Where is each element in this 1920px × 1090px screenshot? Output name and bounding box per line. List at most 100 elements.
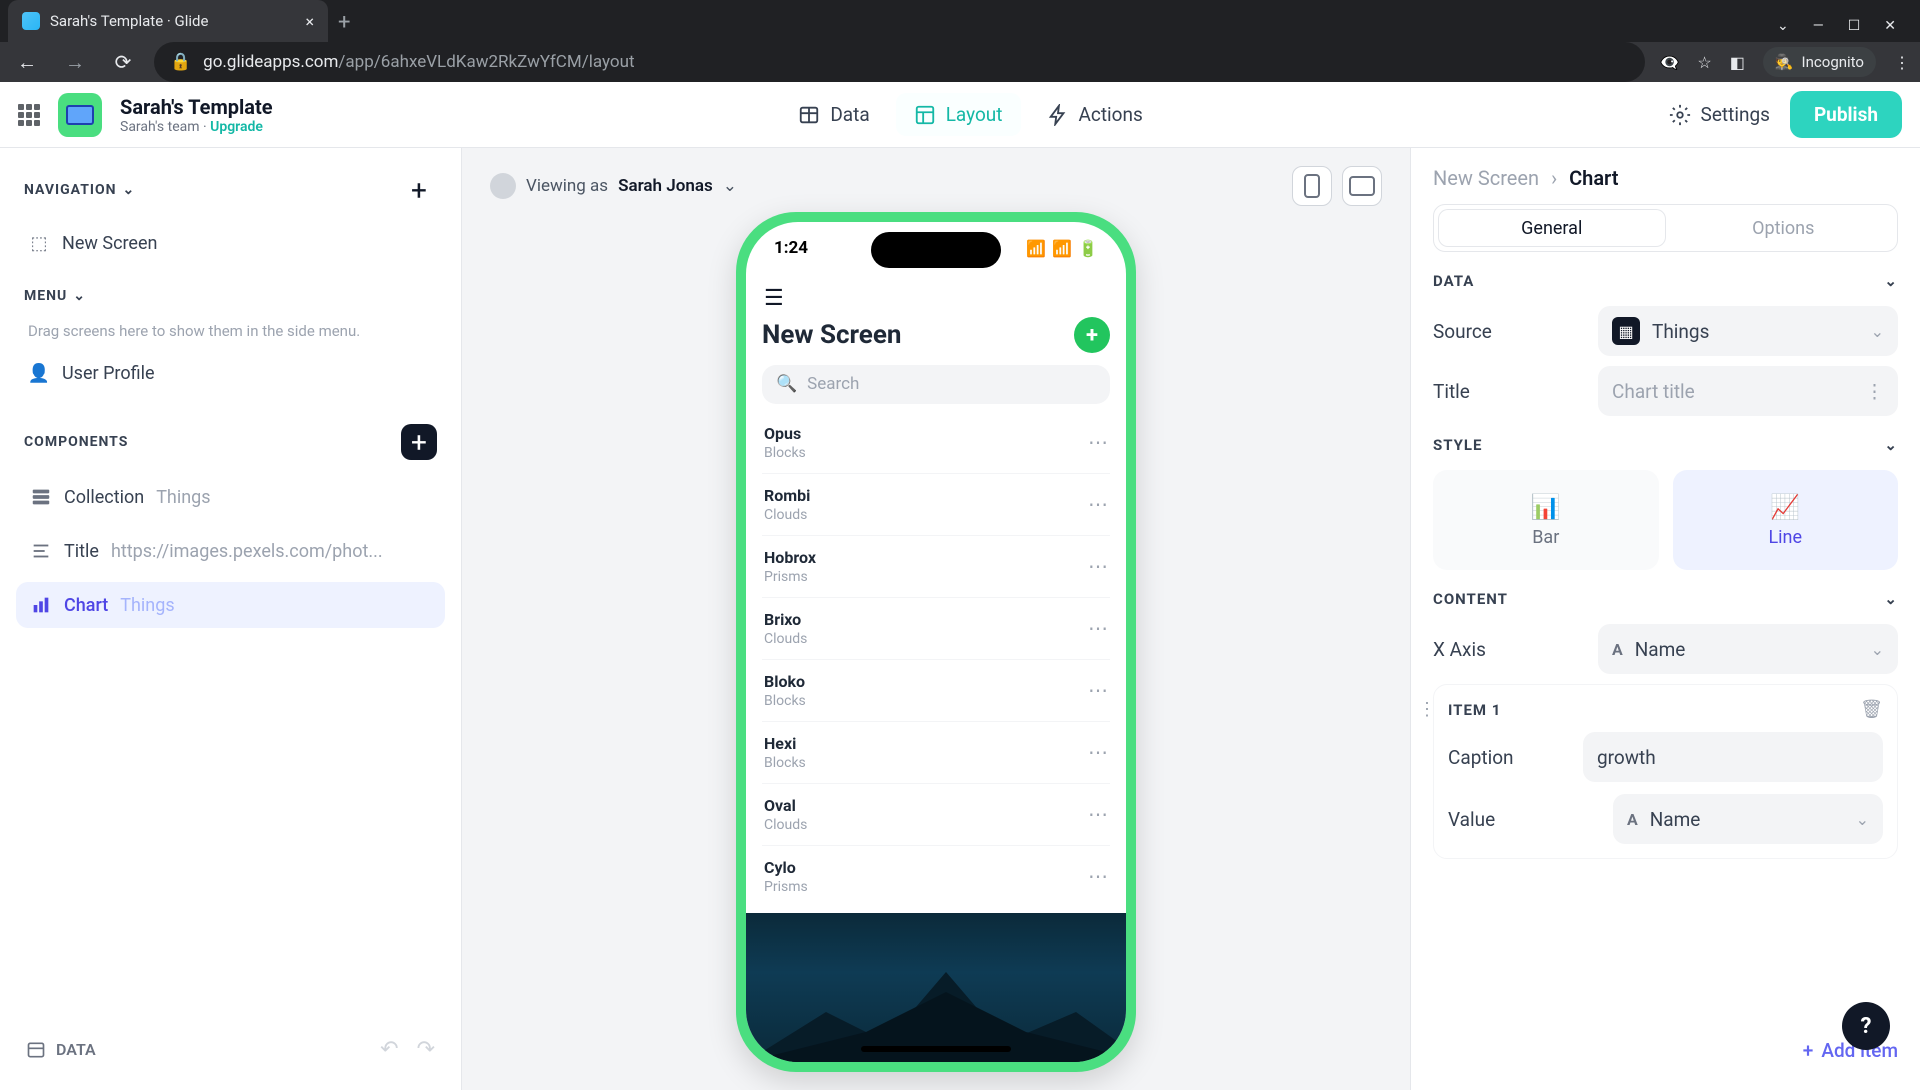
help-button[interactable]: ? xyxy=(1842,1002,1890,1050)
star-icon[interactable]: ☆ xyxy=(1697,53,1711,72)
drag-handle-icon[interactable]: ⋮ xyxy=(1418,699,1436,720)
data-nav-button[interactable]: DATA xyxy=(26,1040,96,1060)
add-component-button[interactable]: + xyxy=(401,424,437,460)
maximize-icon[interactable]: ☐ xyxy=(1848,18,1861,34)
minimize-icon[interactable]: — xyxy=(1813,18,1824,34)
style-bar-option[interactable]: 📊 Bar xyxy=(1433,470,1659,570)
forward-button[interactable]: → xyxy=(58,45,92,79)
value-select[interactable]: A Name ⌄ xyxy=(1613,794,1883,844)
nav-item-new-screen[interactable]: ⬚ New Screen xyxy=(16,222,445,264)
settings-button[interactable]: Settings xyxy=(1669,103,1770,126)
content-section-header[interactable]: CONTENT⌄ xyxy=(1433,584,1898,614)
chevron-right-icon: › xyxy=(1551,166,1557,190)
publish-button[interactable]: Publish xyxy=(1790,91,1902,138)
line-chart-icon: 📈 xyxy=(1770,493,1800,521)
more-icon[interactable]: ⋯ xyxy=(1088,492,1108,516)
redo-button[interactable]: ↷ xyxy=(417,1037,435,1062)
screen-icon: ⬚ xyxy=(28,232,50,254)
xaxis-select[interactable]: A Name ⌄ xyxy=(1598,624,1898,674)
list-item[interactable]: RombiClouds⋯ xyxy=(762,474,1110,536)
tab-data[interactable]: Data xyxy=(780,93,887,136)
device-phone-button[interactable] xyxy=(1292,166,1332,206)
reload-button[interactable]: ⟳ xyxy=(106,45,140,79)
close-window-icon[interactable]: ✕ xyxy=(1884,18,1896,34)
text-type-icon: A xyxy=(1627,810,1638,829)
device-tablet-button[interactable] xyxy=(1342,166,1382,206)
component-collection[interactable]: Collection Things xyxy=(16,474,445,520)
chevron-down-icon: ⌄ xyxy=(1884,436,1898,454)
tab-actions[interactable]: Actions xyxy=(1029,93,1161,136)
address-bar[interactable]: 🔒 go.glideapps.com/app/6ahxeVLdKaw2RkZwY… xyxy=(154,42,1645,82)
close-icon[interactable]: × xyxy=(305,12,314,31)
delete-item-button[interactable]: 🗑 xyxy=(1860,699,1883,720)
list-item-title: Cylo xyxy=(764,858,808,877)
apps-grid-icon[interactable] xyxy=(18,104,40,126)
breadcrumb-current: Chart xyxy=(1569,166,1618,190)
nav-item-user-profile[interactable]: 👤 User Profile xyxy=(16,352,445,394)
breadcrumb-parent[interactable]: New Screen xyxy=(1433,166,1539,190)
list-item[interactable]: HexiBlocks⋯ xyxy=(762,722,1110,784)
url-text: go.glideapps.com/app/6ahxeVLdKaw2RkZwYfC… xyxy=(203,52,1629,72)
list-item[interactable]: OpusBlocks⋯ xyxy=(762,412,1110,474)
style-section-header[interactable]: STYLE⌄ xyxy=(1433,430,1898,460)
more-icon[interactable]: ⋯ xyxy=(1088,678,1108,702)
component-chart[interactable]: Chart Things xyxy=(16,582,445,628)
add-item-button[interactable]: + Add item xyxy=(1433,1029,1898,1072)
kebab-icon[interactable]: ⋮ xyxy=(1894,53,1910,72)
notch xyxy=(871,232,1001,268)
tab-title: Sarah's Template · Glide xyxy=(50,12,295,30)
more-icon[interactable]: ⋯ xyxy=(1088,430,1108,454)
list-item[interactable]: BrixoClouds⋯ xyxy=(762,598,1110,660)
list-item-subtitle: Prisms xyxy=(764,879,808,895)
back-button[interactable]: ← xyxy=(10,45,44,79)
browser-tab[interactable]: Sarah's Template · Glide × xyxy=(8,0,328,42)
search-input[interactable]: 🔍 Search xyxy=(762,365,1110,404)
undo-button[interactable]: ↶ xyxy=(380,1037,398,1062)
component-title[interactable]: Title https://images.pexels.com/phot... xyxy=(16,528,445,574)
caption-input[interactable]: growth xyxy=(1583,732,1883,782)
style-line-option[interactable]: 📈 Line xyxy=(1673,470,1899,570)
navigation-section-label[interactable]: NAVIGATION ⌄ xyxy=(24,182,135,198)
table-icon: ▦ xyxy=(1612,317,1640,345)
data-section-header[interactable]: DATA⌄ xyxy=(1433,266,1898,296)
extensions-icon[interactable]: ◧ xyxy=(1730,53,1745,72)
item-1-label: ITEM 1 xyxy=(1448,701,1501,719)
list-item[interactable]: Cylo Prisms ⋯ xyxy=(762,846,1110,907)
list-item[interactable]: Hobrox Prisms ⋯ xyxy=(762,536,1110,598)
user-icon: 👤 xyxy=(28,362,50,384)
add-screen-button[interactable]: + xyxy=(401,172,437,208)
incognito-badge[interactable]: 🕵️ Incognito xyxy=(1763,47,1876,77)
list-item[interactable]: OvalClouds⋯ xyxy=(762,784,1110,846)
add-button[interactable]: + xyxy=(1074,317,1110,353)
value-label: Value xyxy=(1448,808,1495,831)
incognito-icon: 🕵️ xyxy=(1775,53,1794,71)
chevron-down-icon[interactable]: ⌄ xyxy=(1777,18,1789,34)
title-label: Title xyxy=(1433,380,1470,403)
list-item[interactable]: BlokoBlocks⋯ xyxy=(762,660,1110,722)
list-item-subtitle: Clouds xyxy=(764,817,807,833)
tab-options[interactable]: Options xyxy=(1670,205,1898,251)
kebab-icon[interactable]: ⋮ xyxy=(1865,380,1884,403)
screen-title: New Screen xyxy=(762,320,901,350)
list-item-title: Hobrox xyxy=(764,548,816,567)
more-icon[interactable]: ⋯ xyxy=(1088,616,1108,640)
more-icon[interactable]: ⋯ xyxy=(1088,802,1108,826)
app-logo[interactable] xyxy=(58,93,102,137)
tab-general[interactable]: General xyxy=(1438,209,1666,247)
upgrade-link[interactable]: Upgrade xyxy=(210,119,263,135)
list-item-title: Bloko xyxy=(764,672,806,691)
menu-section-label[interactable]: MENU ⌄ xyxy=(24,288,86,304)
chevron-down-icon: ⌄ xyxy=(1871,640,1884,659)
new-tab-button[interactable]: + xyxy=(328,2,360,42)
more-icon[interactable]: ⋯ xyxy=(1088,740,1108,764)
more-icon[interactable]: ⋯ xyxy=(1088,864,1108,888)
title-input[interactable]: Chart title ⋮ xyxy=(1598,366,1898,416)
hamburger-icon[interactable]: ☰ xyxy=(764,286,1108,311)
more-icon[interactable]: ⋯ xyxy=(1088,554,1108,578)
battery-icon: 🔋 xyxy=(1078,239,1098,258)
viewing-as-selector[interactable]: Viewing as Sarah Jonas ⌄ xyxy=(490,173,737,199)
eye-off-icon[interactable]: 👁‍🗨 xyxy=(1659,53,1679,72)
tab-layout[interactable]: Layout xyxy=(896,93,1021,136)
list-item-subtitle: Prisms xyxy=(764,569,816,585)
source-select[interactable]: ▦ Things ⌄ xyxy=(1598,306,1898,356)
